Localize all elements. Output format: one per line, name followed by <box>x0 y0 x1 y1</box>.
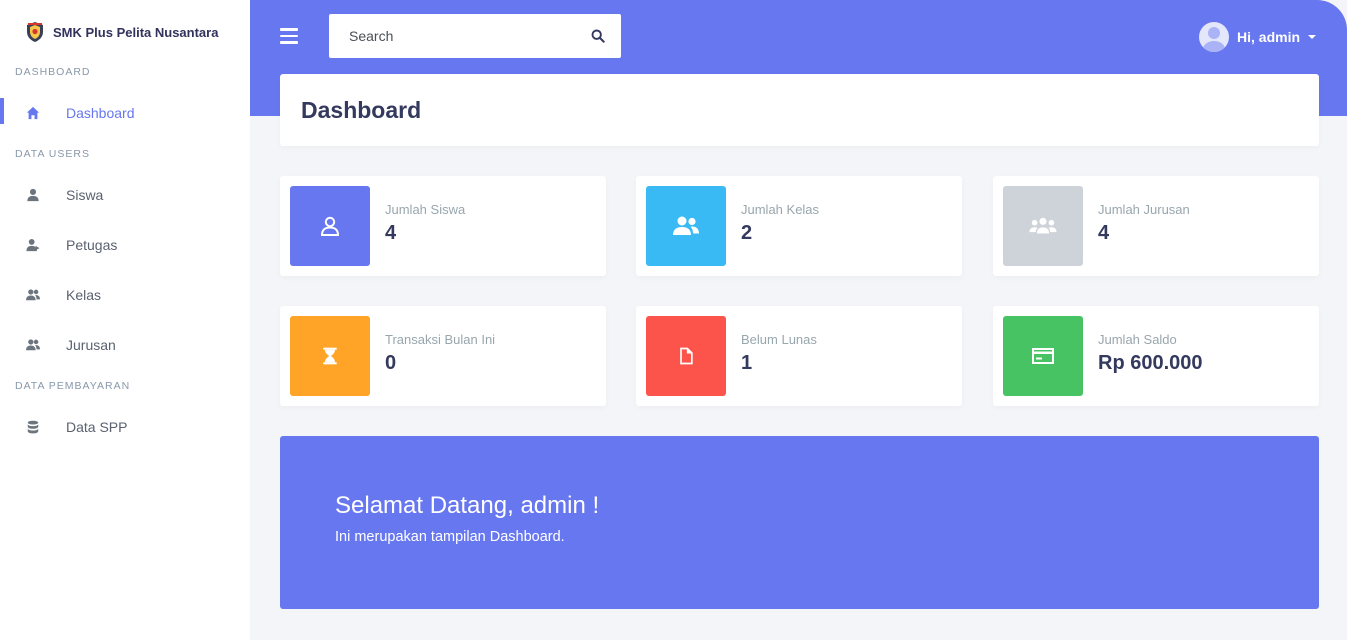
school-crest-icon <box>27 22 43 42</box>
sidebar-item-siswa[interactable]: Siswa <box>0 170 250 220</box>
hourglass-icon <box>290 316 370 396</box>
user-outline-icon <box>290 186 370 266</box>
stat-label: Jumlah Siswa <box>385 202 466 217</box>
stat-value: Rp 600.000 <box>1098 352 1203 374</box>
welcome-banner: Selamat Datang, admin ! Ini merupakan ta… <box>280 436 1319 609</box>
stat-label: Jumlah Jurusan <box>1098 202 1190 217</box>
stat-card-belum-lunas: Belum Lunas 1 <box>636 306 962 406</box>
users-icon <box>25 287 41 303</box>
users-group-icon <box>1003 186 1083 266</box>
stat-label: Belum Lunas <box>741 332 817 347</box>
credit-card-icon <box>1003 316 1083 396</box>
welcome-heading: Selamat Datang, admin ! <box>335 492 600 519</box>
stat-card-jumlah-kelas: Jumlah Kelas 2 <box>636 176 962 276</box>
sidebar-item-petugas[interactable]: Petugas <box>0 220 250 270</box>
menu-toggle-icon[interactable] <box>280 28 298 44</box>
home-icon <box>25 105 41 121</box>
welcome-text: Ini merupakan tampilan Dashboard. <box>335 529 565 545</box>
user-greeting: Hi, admin <box>1237 29 1301 45</box>
user-menu[interactable]: Hi, admin <box>1199 22 1317 52</box>
user-icon <box>25 187 41 203</box>
sidebar-item-label: Kelas <box>66 287 102 303</box>
chevron-down-icon <box>1308 35 1317 39</box>
avatar <box>1199 22 1229 52</box>
stat-value: 0 <box>385 352 397 374</box>
brand[interactable]: SMK Plus Pelita Nusantara <box>0 0 250 64</box>
page-title: Dashboard <box>301 96 422 123</box>
stat-value: 4 <box>1098 222 1110 244</box>
stat-value: 1 <box>741 352 753 374</box>
stat-card-jumlah-siswa: Jumlah Siswa 4 <box>280 176 606 276</box>
sidebar-item-label: Data SPP <box>66 419 128 435</box>
page-header: Dashboard <box>280 74 1319 146</box>
sidebar-item-data-spp[interactable]: Data SPP <box>0 402 250 452</box>
stat-card-jumlah-jurusan: Jumlah Jurusan 4 <box>993 176 1319 276</box>
users-icon <box>646 186 726 266</box>
user-tie-icon <box>25 237 41 253</box>
search-bar <box>329 14 621 58</box>
search-icon[interactable] <box>591 29 605 43</box>
sidebar-item-label: Dashboard <box>66 105 135 121</box>
section-label-data-pembayaran: DATA PEMBAYARAN <box>15 380 131 392</box>
sidebar-item-dashboard[interactable]: Dashboard <box>0 88 250 138</box>
stat-label: Jumlah Kelas <box>741 202 820 217</box>
sidebar: SMK Plus Pelita Nusantara DASHBOARD Dash… <box>0 0 250 640</box>
stat-value: 4 <box>385 222 397 244</box>
stat-value: 2 <box>741 222 753 244</box>
sidebar-item-kelas[interactable]: Kelas <box>0 270 250 320</box>
users-icon <box>25 337 41 353</box>
sidebar-item-jurusan[interactable]: Jurusan <box>0 320 250 370</box>
section-label-data-users: DATA USERS <box>15 148 90 160</box>
sidebar-item-label: Petugas <box>66 237 118 253</box>
brand-name: SMK Plus Pelita Nusantara <box>53 24 219 40</box>
search-input[interactable] <box>329 28 569 44</box>
stat-card-jumlah-saldo: Jumlah Saldo Rp 600.000 <box>993 306 1319 406</box>
stat-label: Jumlah Saldo <box>1098 332 1177 347</box>
sidebar-item-label: Siswa <box>66 187 104 203</box>
stat-card-transaksi-bulan-ini: Transaksi Bulan Ini 0 <box>280 306 606 406</box>
section-label-dashboard: DASHBOARD <box>15 66 91 78</box>
file-icon <box>646 316 726 396</box>
stat-label: Transaksi Bulan Ini <box>385 332 496 347</box>
database-icon <box>25 419 41 435</box>
sidebar-item-label: Jurusan <box>66 337 116 353</box>
